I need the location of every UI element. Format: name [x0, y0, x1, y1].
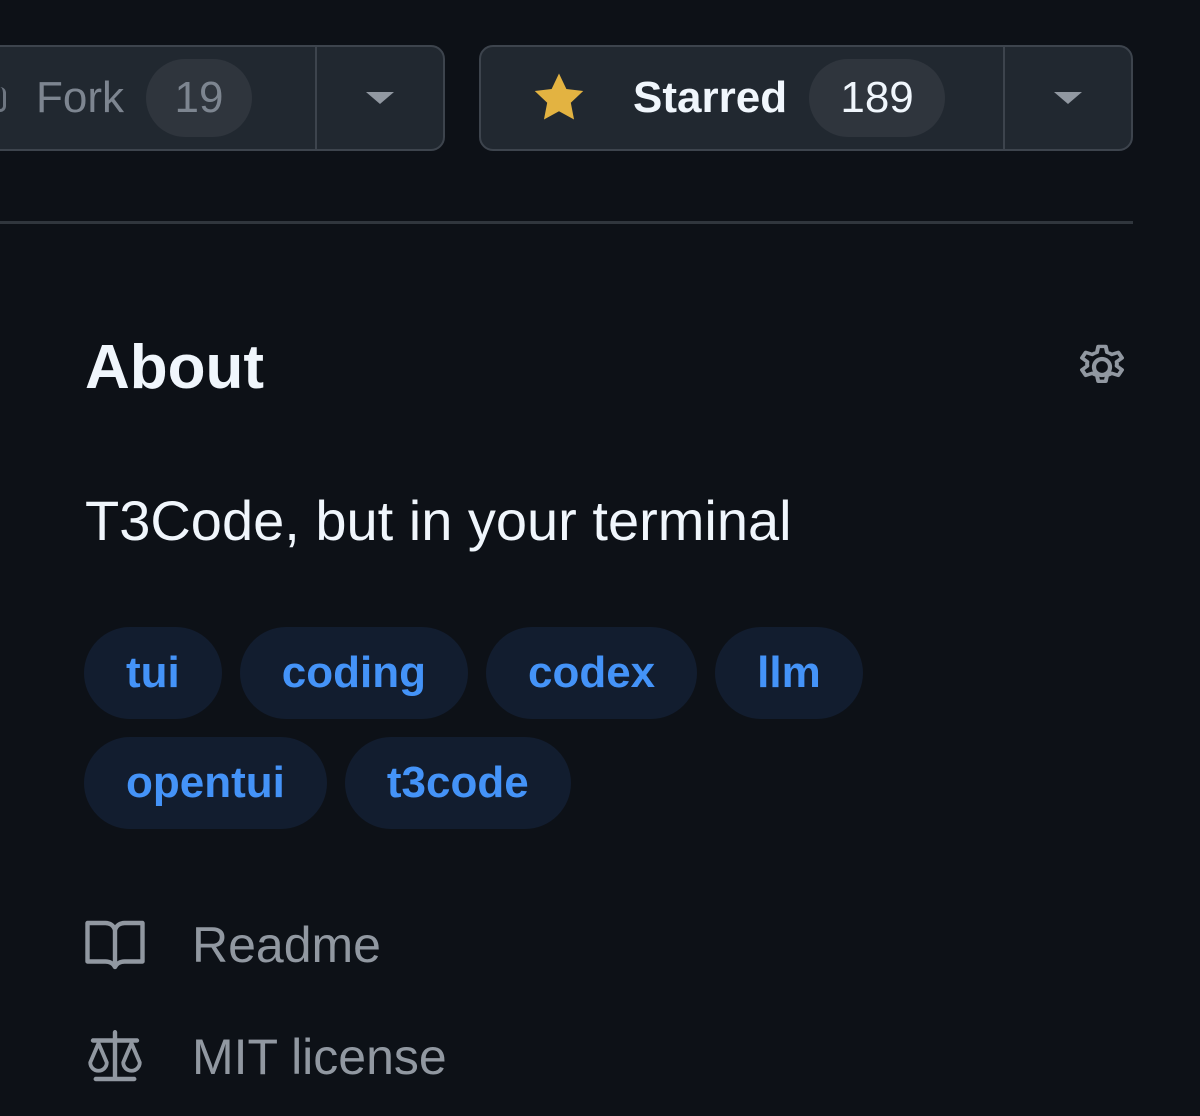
chevron-down-icon: [366, 92, 394, 104]
readme-label: Readme: [192, 917, 381, 973]
topic-tag[interactable]: tui: [84, 627, 222, 719]
fork-button-group: Fork 19: [0, 45, 445, 151]
readme-link[interactable]: Readme: [82, 912, 381, 978]
star-button-group: Starred 189: [479, 45, 1133, 151]
topic-tag[interactable]: opentui: [84, 737, 327, 829]
fork-icon: [0, 87, 12, 112]
book-icon: [85, 920, 145, 970]
topic-tag[interactable]: coding: [239, 627, 468, 719]
star-count: 189: [809, 59, 946, 137]
repo-description: T3Code, but in your terminal: [85, 489, 792, 552]
fork-dropdown-button[interactable]: [315, 47, 443, 149]
repo-sidebar: Fork 19 Starred 189 About T3Code, but in…: [0, 0, 1200, 1116]
license-label: MIT license: [192, 1029, 447, 1085]
law-icon: [88, 1030, 142, 1082]
fork-label: Fork: [36, 73, 124, 122]
fork-button[interactable]: Fork 19: [0, 47, 315, 149]
fork-count: 19: [146, 59, 252, 137]
topic-tag[interactable]: llm: [715, 627, 863, 719]
topic-list: tui coding codex llm opentui t3code: [84, 627, 984, 829]
starred-label: Starred: [633, 73, 788, 122]
gear-icon[interactable]: [1070, 335, 1134, 399]
chevron-down-icon: [1054, 92, 1082, 104]
section-divider: [0, 221, 1133, 224]
topic-tag[interactable]: t3code: [344, 737, 571, 829]
star-icon: [534, 73, 584, 120]
star-dropdown-button[interactable]: [1003, 47, 1131, 149]
starred-button[interactable]: Starred 189: [481, 47, 1003, 149]
about-heading: About: [85, 333, 265, 402]
license-link[interactable]: MIT license: [82, 1024, 447, 1090]
topic-tag[interactable]: codex: [485, 627, 698, 719]
